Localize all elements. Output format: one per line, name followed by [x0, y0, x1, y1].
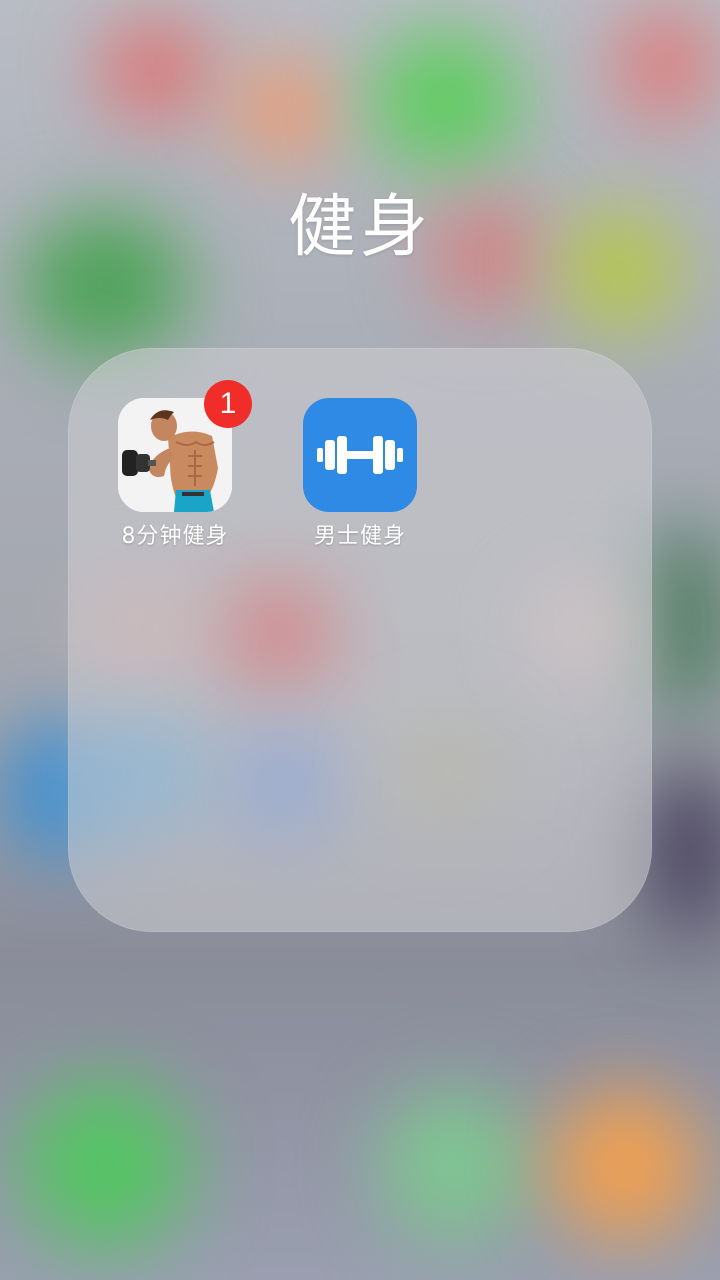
- blurred-app-icon: [370, 30, 520, 170]
- blurred-app-icon: [20, 1080, 190, 1250]
- blurred-app-icon: [100, 20, 210, 120]
- blurred-app-icon: [550, 1090, 700, 1240]
- blurred-app-icon: [380, 1090, 530, 1240]
- blurred-app-icon: [88, 718, 208, 828]
- blurred-app-icon: [615, 10, 715, 120]
- blurred-app-icon: [218, 578, 338, 688]
- barbell-glyph: [317, 436, 403, 474]
- notification-badge: 1: [204, 380, 252, 428]
- home-screen-background[interactable]: 健身 1 8分钟健身 男士健身: [0, 0, 720, 1280]
- app-icon[interactable]: 1: [118, 380, 252, 512]
- app-icon[interactable]: [303, 398, 417, 512]
- folder-title[interactable]: 健身: [0, 186, 720, 270]
- blurred-app-icon: [640, 760, 720, 940]
- blurred-app-icon: [388, 718, 508, 828]
- barbell-icon: [303, 398, 417, 512]
- blurred-app-icon: [88, 578, 198, 678]
- app-mens-fitness[interactable]: 男士健身: [280, 398, 440, 552]
- blurred-app-icon: [640, 520, 720, 720]
- folder-panel: 1 8分钟健身 男士健身: [68, 348, 652, 932]
- app-label: 8分钟健身: [121, 524, 229, 549]
- blurred-app-icon: [228, 728, 338, 838]
- blurred-app-icon: [235, 60, 335, 160]
- blurred-app-icon: [528, 578, 638, 678]
- app-8-minute-fitness[interactable]: 1 8分钟健身: [95, 380, 255, 552]
- app-label: 男士健身: [313, 524, 406, 549]
